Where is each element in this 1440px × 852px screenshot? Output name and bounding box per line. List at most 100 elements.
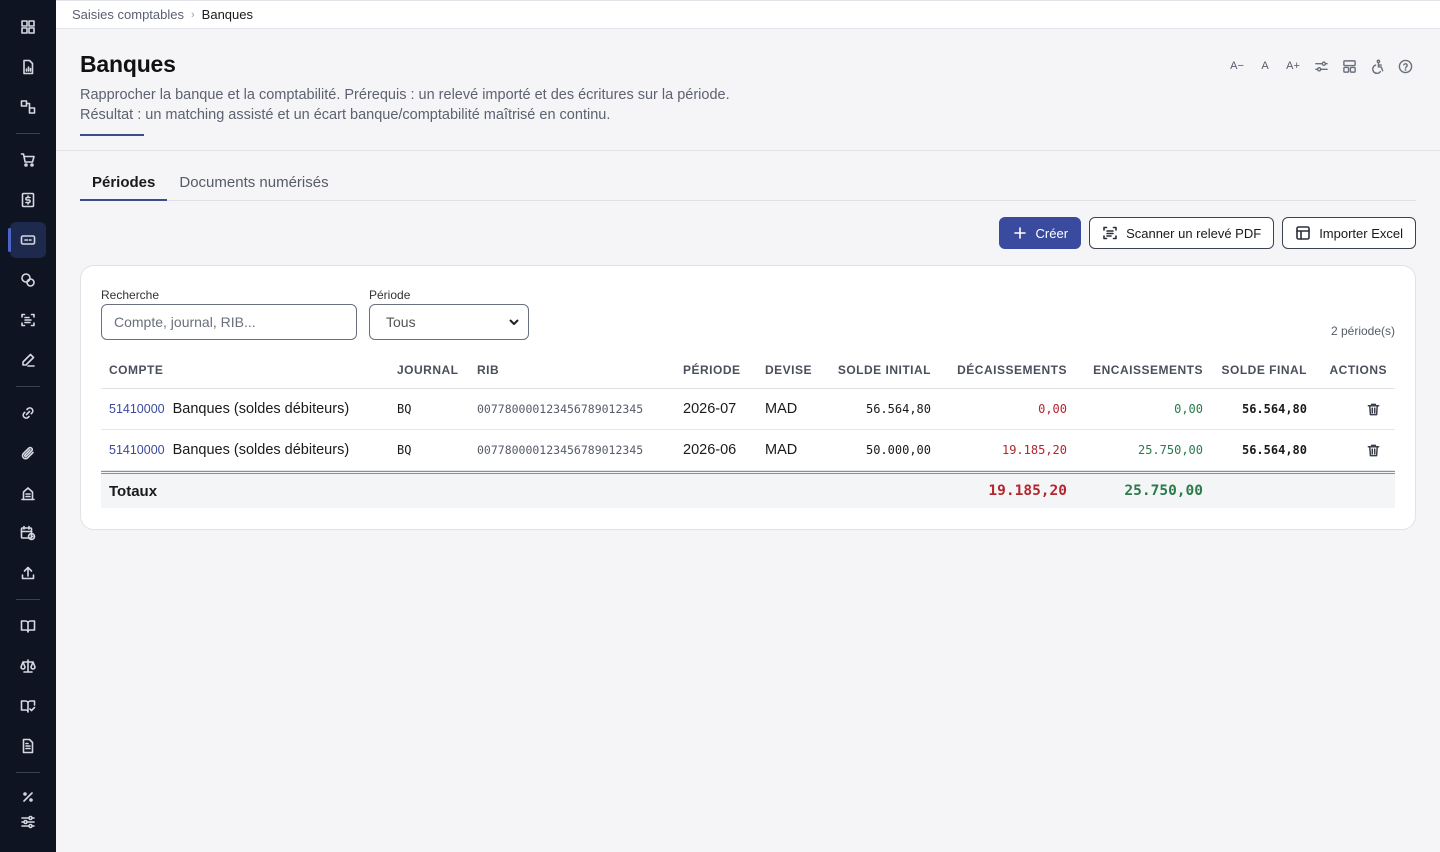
calendar-clock-icon [20, 525, 36, 541]
sidebar-item-immobilisations[interactable] [10, 475, 46, 511]
toggles-icon [1314, 60, 1328, 72]
help-button[interactable] [1394, 55, 1416, 77]
account-cell: 51410000 Banques (soldes débiteurs) [109, 430, 349, 470]
breadcrumb-current: Banques [201, 7, 253, 22]
sidebar-divider [16, 772, 40, 773]
page-description: Rapprocher la banque et la comptabilité.… [80, 85, 730, 125]
period-select[interactable]: Tous [369, 304, 529, 340]
solde-final-cell: 56.564,80 [1241, 443, 1307, 457]
account-cell: 51410000 Banques (soldes débiteurs) [109, 389, 349, 429]
book-check-icon [20, 700, 36, 713]
sidebar-item-documents[interactable] [10, 49, 46, 85]
scale-icon [20, 659, 36, 673]
import-excel-button-label: Importer Excel [1319, 225, 1403, 241]
totals-row: Totaux 19.185,20 25.750,00 [101, 471, 1395, 508]
decaissements-cell: 0,00 [1038, 402, 1067, 416]
breadcrumb-parent[interactable]: Saisies comptables [72, 7, 184, 22]
table-row[interactable]: 51410000 Banques (soldes débiteurs) BQ 0… [101, 430, 1395, 471]
accessibility-button[interactable] [1366, 55, 1388, 77]
sidebar-item-grand-livre[interactable] [10, 608, 46, 644]
action-bar: Créer Scanner un relevé PDF Importer Exc… [998, 217, 1416, 249]
account-code-link[interactable]: 51410000 [109, 443, 165, 457]
font-reset-button[interactable]: A [1254, 55, 1276, 77]
sidebar-item-saisie[interactable] [10, 342, 46, 378]
delete-button[interactable] [1366, 389, 1381, 429]
table-header-row: COMPTE JOURNAL RIB PÉRIODE DEVISE SOLDE … [101, 352, 1395, 389]
trash-icon [1367, 403, 1380, 415]
upload-icon [21, 566, 35, 580]
bank-card-icon [20, 235, 36, 245]
encaissements-cell: 25.750,00 [1137, 443, 1203, 457]
sidebar-item-echeances[interactable] [10, 515, 46, 551]
filter-settings-button[interactable] [1310, 55, 1332, 77]
tab-periodes[interactable]: Périodes [80, 168, 168, 201]
percent-icon [23, 792, 33, 802]
book-open-icon [20, 620, 36, 633]
column-header-decaissements[interactable]: DÉCAISSEMENTS [957, 352, 1067, 388]
period-count: 2 période(s) [1330, 324, 1395, 338]
sidebar-item-balance[interactable] [10, 648, 46, 684]
sidebar-item-pieces[interactable] [10, 435, 46, 471]
column-header-solde-initial[interactable]: SOLDE INITIAL [838, 352, 931, 388]
create-button[interactable]: Créer [998, 217, 1082, 249]
column-header-rib[interactable]: RIB [477, 352, 499, 388]
column-header-compte[interactable]: COMPTE [109, 352, 163, 388]
periode-cell: 2026-06 [683, 442, 737, 458]
page-title: Banques [80, 51, 176, 77]
sliders-icon [21, 815, 35, 829]
layout-button[interactable] [1338, 55, 1360, 77]
sidebar-item-parametres[interactable] [10, 804, 46, 840]
solde-initial-cell: 56.564,80 [865, 402, 931, 416]
table-row[interactable]: 51410000 Banques (soldes débiteurs) BQ 0… [101, 389, 1395, 430]
page-header: Banques Rapprocher la banque et la compt… [56, 29, 1440, 151]
workflow-icon [20, 100, 36, 114]
account-code-link[interactable]: 51410000 [109, 402, 165, 416]
sidebar-item-lettrage[interactable] [10, 395, 46, 431]
search-input[interactable] [101, 304, 357, 340]
sidebar-item-caisse[interactable] [10, 262, 46, 298]
column-header-solde-final[interactable]: SOLDE FINAL [1222, 352, 1308, 388]
sidebar-item-journal[interactable] [10, 688, 46, 724]
coins-icon [21, 273, 35, 287]
column-header-journal[interactable]: JOURNAL [397, 352, 459, 388]
sidebar-item-etats[interactable] [10, 728, 46, 764]
sidebar-item-export[interactable] [10, 555, 46, 591]
cart-icon [20, 153, 35, 167]
rib-cell: 007780000123456789012345 [477, 402, 644, 416]
chevron-down-icon [509, 319, 519, 325]
sidebar-item-achats[interactable] [10, 142, 46, 178]
breadcrumb: Saisies comptables › Banques [56, 0, 1440, 29]
tab-documents-numerises[interactable]: Documents numérisés [167, 168, 340, 201]
account-name: Banques (soldes débiteurs) [172, 442, 350, 458]
column-header-periode[interactable]: PÉRIODE [683, 352, 741, 388]
create-button-label: Créer [1035, 225, 1069, 241]
table-icon [1296, 226, 1310, 240]
file-chart-icon [23, 59, 34, 75]
column-header-devise[interactable]: DEVISE [765, 352, 812, 388]
totals-decaissements: 19.185,20 [988, 483, 1067, 499]
totals-encaissements: 25.750,00 [1124, 483, 1203, 499]
column-header-actions: ACTIONS [1329, 363, 1387, 377]
decaissements-cell: 19.185,20 [1001, 443, 1067, 457]
sidebar-item-workflow[interactable] [10, 89, 46, 125]
devise-cell: MAD [765, 442, 798, 458]
period-label: Période [369, 288, 411, 302]
sidebar-divider [16, 599, 40, 600]
column-header-encaissements[interactable]: ENCAISSEMENTS [1093, 352, 1203, 388]
sidebar-item-scan[interactable] [10, 302, 46, 338]
font-increase-button[interactable]: A+ [1282, 55, 1304, 77]
sidebar-item-ventes[interactable] [10, 182, 46, 218]
encaissements-cell: 0,00 [1174, 402, 1203, 416]
sidebar-divider [16, 386, 40, 387]
sidebar-item-banques[interactable] [8, 222, 46, 258]
scan-pdf-button[interactable]: Scanner un relevé PDF [1089, 217, 1275, 249]
import-excel-button[interactable]: Importer Excel [1282, 217, 1416, 249]
building-icon [21, 487, 35, 501]
account-name: Banques (soldes débiteurs) [172, 401, 350, 417]
delete-button[interactable] [1366, 430, 1381, 470]
sidebar-item-dashboard[interactable] [10, 9, 46, 45]
pencil-icon [22, 353, 35, 367]
font-decrease-button[interactable]: A− [1226, 55, 1248, 77]
file-text-icon [22, 738, 34, 754]
periods-table: COMPTE JOURNAL RIB PÉRIODE DEVISE SOLDE … [101, 352, 1395, 508]
